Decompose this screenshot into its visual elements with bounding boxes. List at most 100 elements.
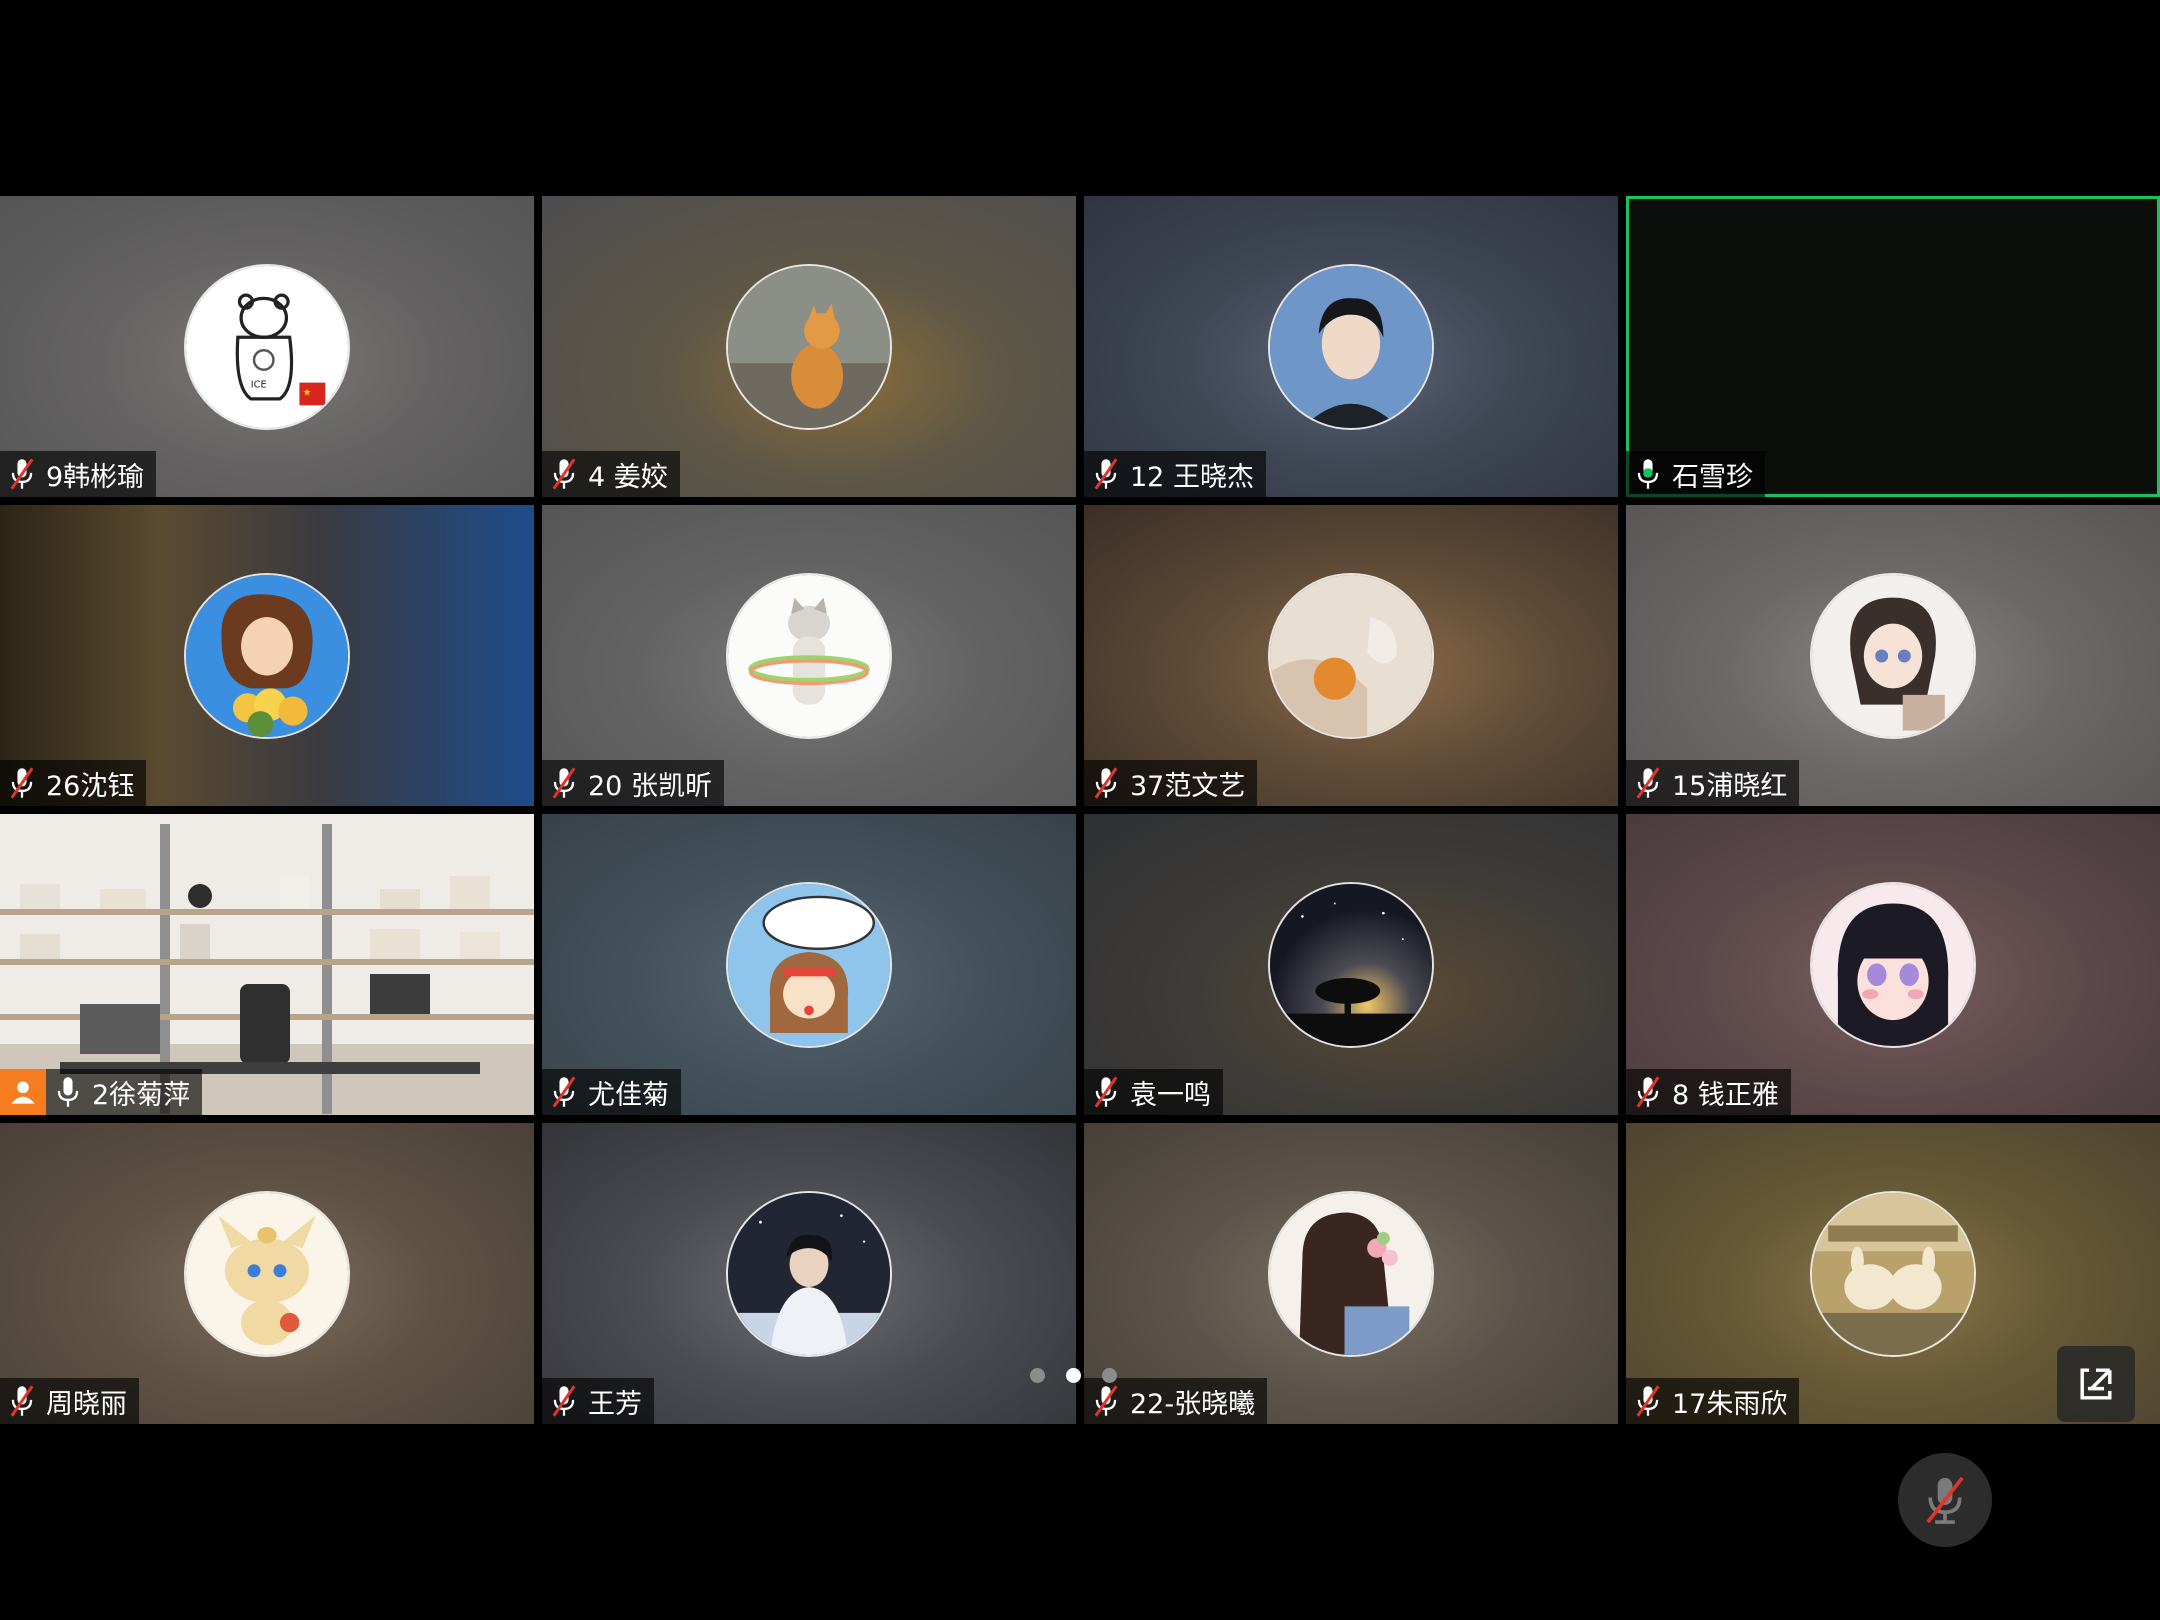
page-dot-current[interactable] — [1066, 1368, 1081, 1383]
avatar — [1810, 882, 1976, 1048]
participant-name: 12 王晓杰 — [1130, 461, 1254, 493]
young-man-icon — [1270, 266, 1432, 428]
participant-tile[interactable]: 20 张凯昕 — [542, 505, 1076, 806]
participant-tile[interactable]: 4 姜姣 — [542, 196, 1076, 497]
participant-name-tag: 22-张晓曦 — [1084, 1378, 1268, 1424]
polar-bear-icon: ICE ★ — [186, 266, 348, 428]
page-dot[interactable] — [1030, 1368, 1045, 1383]
long-hair-girl-icon — [1270, 1193, 1432, 1355]
participant-name-tag: 37范文艺 — [1084, 760, 1258, 806]
svg-text:ICE: ICE — [251, 380, 267, 391]
participant-name-tag: 17朱雨欣 — [1626, 1378, 1800, 1424]
avatar — [1810, 573, 1976, 739]
participant-tile[interactable]: 周晓丽 — [0, 1123, 534, 1424]
participant-name-tag: 王芳 — [542, 1378, 654, 1424]
participant-name-tag: 4 姜姣 — [542, 451, 680, 497]
mic-muted-icon — [8, 457, 36, 491]
participant-name: 袁一鸣 — [1130, 1079, 1211, 1111]
participant-name-tag: 尤佳菊 — [542, 1069, 681, 1115]
participant-tile[interactable]: 15浦晓红 — [1626, 505, 2160, 806]
cartoon-girl-icon — [728, 884, 890, 1046]
mic-muted-icon — [550, 766, 578, 800]
participant-tile-active-speaker[interactable]: 石雪珍 — [1626, 196, 2160, 497]
participant-name: 王芳 — [588, 1388, 642, 1420]
mic-muted-icon — [1092, 1384, 1120, 1418]
participant-name-tag: 2徐菊萍 — [46, 1069, 203, 1115]
mic-muted-icon — [8, 766, 36, 800]
avatar — [1268, 573, 1434, 739]
participant-name: 37范文艺 — [1130, 770, 1246, 802]
mic-muted-icon — [1634, 1384, 1662, 1418]
page-dot[interactable] — [1102, 1368, 1117, 1383]
participant-tile-video[interactable]: 2徐菊萍 — [0, 814, 534, 1115]
user-icon — [11, 1081, 35, 1104]
participant-name: 8 钱正雅 — [1672, 1079, 1779, 1111]
participant-name: 26沈钰 — [46, 770, 135, 802]
participant-name-tag: 袁一鸣 — [1084, 1069, 1223, 1115]
svg-text:★: ★ — [303, 388, 312, 399]
participant-name: 周晓丽 — [46, 1388, 127, 1420]
mic-muted-icon — [1092, 457, 1120, 491]
avatar — [1268, 1191, 1434, 1357]
participant-name: 15浦晓红 — [1672, 770, 1788, 802]
participant-tile[interactable]: 王芳 — [542, 1123, 1076, 1424]
participant-name: 2徐菊萍 — [92, 1079, 191, 1111]
participant-grid: ICE ★ 9韩彬瑜 4 姜姣 12 王晓杰 石雪珍 26沈钰 20 张凯昕 3… — [0, 196, 2160, 1424]
participant-name-tag: 20 张凯昕 — [542, 760, 724, 806]
avatar — [1268, 882, 1434, 1048]
share-screen-button[interactable] — [2057, 1346, 2135, 1422]
page-indicator[interactable] — [1030, 1368, 1117, 1383]
mic-off-icon — [1926, 1476, 1964, 1524]
participant-name-tag: 15浦晓红 — [1626, 760, 1800, 806]
participant-name: 尤佳菊 — [588, 1079, 669, 1111]
participant-name-tag: 9韩彬瑜 — [0, 451, 157, 497]
orange-fruit-icon — [1270, 575, 1432, 737]
share-screen-icon — [2080, 1368, 2112, 1400]
avatar — [184, 1191, 350, 1357]
participant-name: 4 姜姣 — [588, 461, 668, 493]
participant-name-tag: 8 钱正雅 — [1626, 1069, 1791, 1115]
mic-muted-icon — [550, 1384, 578, 1418]
mic-muted-icon — [550, 457, 578, 491]
mic-muted-icon — [1092, 1075, 1120, 1109]
mic-muted-icon — [1092, 766, 1120, 800]
participant-tile[interactable]: 尤佳菊 — [542, 814, 1076, 1115]
participant-tile[interactable]: 12 王晓杰 — [1084, 196, 1618, 497]
avatar — [726, 1191, 892, 1357]
anime-girl-icon — [1812, 575, 1974, 737]
participant-name: 17朱雨欣 — [1672, 1388, 1788, 1420]
host-badge — [0, 1069, 46, 1115]
participant-name-tag: 周晓丽 — [0, 1378, 139, 1424]
avatar — [726, 264, 892, 430]
avatar — [184, 573, 350, 739]
participant-tile[interactable]: 26沈钰 — [0, 505, 534, 806]
tree-night-sky-icon — [1270, 884, 1432, 1046]
avatar: ICE ★ — [184, 264, 350, 430]
participant-name: 22-张晓曦 — [1130, 1388, 1256, 1420]
participant-name-tag: 26沈钰 — [0, 760, 147, 806]
girl-flowers-icon — [186, 575, 348, 737]
mic-muted-icon — [550, 1075, 578, 1109]
cream-bunnies-icon — [1812, 1193, 1974, 1355]
participant-tile[interactable]: 8 钱正雅 — [1626, 814, 2160, 1115]
participant-name-tag: 12 王晓杰 — [1084, 451, 1266, 497]
participant-tile[interactable]: 37范文艺 — [1084, 505, 1618, 806]
participant-tile[interactable]: ICE ★ 9韩彬瑜 — [0, 196, 534, 497]
participant-name: 20 张凯昕 — [588, 770, 712, 802]
mic-on-icon — [1634, 457, 1662, 491]
mic-muted-icon — [1634, 1075, 1662, 1109]
orange-cat-icon — [728, 266, 890, 428]
avatar — [726, 882, 892, 1048]
cat-hula-hoop-icon — [728, 575, 890, 737]
participant-name-tag: 石雪珍 — [1626, 451, 1765, 497]
pink-anime-girl-icon — [1812, 884, 1974, 1046]
avatar — [726, 573, 892, 739]
participant-name: 石雪珍 — [1672, 461, 1753, 493]
avatar — [1810, 1191, 1976, 1357]
mute-toggle-button[interactable] — [1898, 1453, 1992, 1547]
participant-tile[interactable]: 22-张晓曦 — [1084, 1123, 1618, 1424]
mic-on-icon — [54, 1075, 82, 1109]
mic-muted-icon — [1634, 766, 1662, 800]
participant-tile[interactable]: 袁一鸣 — [1084, 814, 1618, 1115]
avatar — [1268, 264, 1434, 430]
